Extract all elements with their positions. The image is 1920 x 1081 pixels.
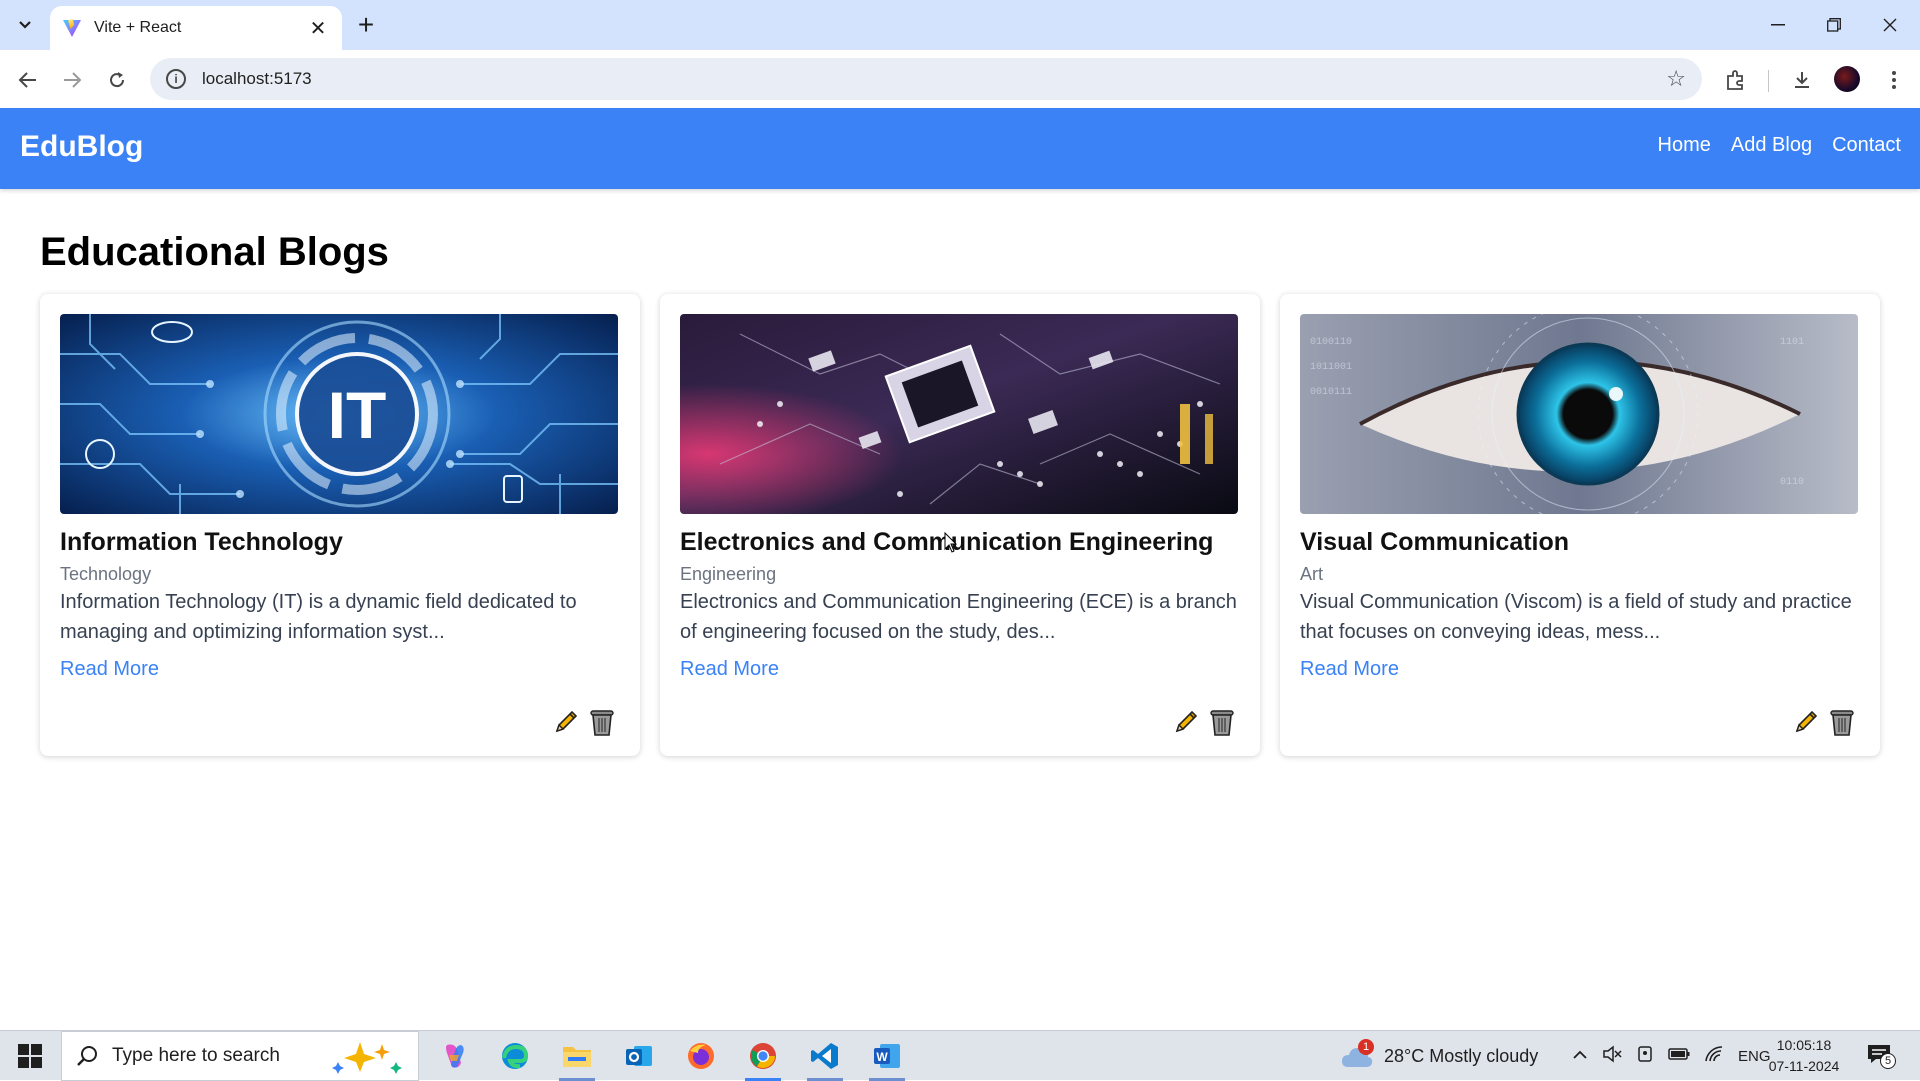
- blog-card-title: Visual Communication: [1300, 528, 1570, 556]
- blog-card: IT Information Technology Technology Inf…: [40, 294, 640, 756]
- chevron-up-icon[interactable]: [1572, 1047, 1588, 1065]
- copilot-app-icon[interactable]: [428, 1035, 480, 1077]
- outlook-app-icon[interactable]: [613, 1035, 665, 1077]
- blog-card-image: [680, 314, 1238, 514]
- windows-taskbar: Type here to search W 1 28°C Mostly clou…: [0, 1030, 1920, 1081]
- browser-toolbar: i localhost:5173 ☆: [0, 50, 1920, 108]
- windows-start-icon[interactable]: [8, 1041, 52, 1071]
- nav-home-link[interactable]: Home: [1658, 134, 1711, 157]
- taskbar-search-placeholder[interactable]: Type here to search: [112, 1045, 326, 1067]
- blog-card-category: Art: [1300, 564, 1324, 584]
- vite-favicon-icon: [63, 19, 81, 37]
- language-indicator[interactable]: ENG: [1738, 1048, 1771, 1065]
- svg-text:1011001: 1011001: [1310, 362, 1352, 373]
- tab-search-chevron-icon[interactable]: [10, 12, 40, 38]
- taskbar-search-box[interactable]: Type here to search: [61, 1031, 419, 1081]
- taskbar-clock[interactable]: 10:05:18 07-11-2024: [1768, 1035, 1840, 1077]
- browser-tabstrip: Vite + React ✕ +: [0, 0, 1920, 50]
- delete-trash-icon[interactable]: [1828, 707, 1856, 737]
- clock-time: 10:05:18: [1776, 1037, 1832, 1053]
- search-sparkle-icon: [332, 1042, 402, 1074]
- notification-count-badge: 5: [1880, 1053, 1896, 1069]
- profile-avatar[interactable]: [1834, 66, 1860, 92]
- blog-card-image: IT: [60, 314, 618, 514]
- blog-card-excerpt: Information Technology (IT) is a dynamic…: [60, 591, 577, 643]
- nav-contact-link[interactable]: Contact: [1832, 134, 1901, 157]
- search-icon: [77, 1046, 97, 1066]
- blog-card-grid: IT Information Technology Technology Inf…: [40, 294, 1880, 756]
- address-bar[interactable]: i localhost:5173 ☆: [150, 58, 1702, 100]
- blog-card-excerpt: Visual Communication (Viscom) is a field…: [1300, 591, 1852, 643]
- chrome-app-icon[interactable]: [737, 1035, 789, 1081]
- tab-title: Vite + React: [94, 19, 182, 36]
- url-text[interactable]: localhost:5173: [202, 69, 1666, 89]
- bookmark-star-icon[interactable]: ☆: [1666, 66, 1686, 92]
- back-arrow-icon[interactable]: [12, 64, 44, 96]
- word-app-icon[interactable]: W: [861, 1035, 913, 1081]
- edit-pencil-icon[interactable]: [552, 708, 580, 736]
- svg-text:0100110: 0100110: [1310, 337, 1352, 348]
- download-icon[interactable]: [1786, 64, 1818, 96]
- read-more-link[interactable]: Read More: [60, 658, 159, 681]
- restore-icon[interactable]: [1814, 10, 1854, 40]
- new-tab-plus-icon[interactable]: +: [352, 11, 380, 40]
- wifi-icon[interactable]: [1704, 1045, 1724, 1067]
- speaker-muted-icon[interactable]: [1602, 1044, 1622, 1068]
- nav-links: Home Add Blog Contact: [1658, 134, 1901, 157]
- blog-card: 0100110 1011001 0010111 1101 0110 Visual Co…: [1280, 294, 1880, 756]
- blog-card: Electronics and Communication Engineerin…: [660, 294, 1260, 756]
- svg-text:0110: 0110: [1780, 477, 1804, 488]
- blog-card-title: Information Technology: [60, 528, 343, 556]
- system-tray: ENG: [1572, 1031, 1771, 1081]
- file-explorer-app-icon[interactable]: [551, 1035, 603, 1081]
- edit-pencil-icon[interactable]: [1792, 708, 1820, 736]
- page-title: Educational Blogs: [40, 230, 389, 274]
- blog-card-category: Engineering: [680, 564, 777, 584]
- forward-arrow-icon[interactable]: [56, 64, 88, 96]
- edge-app-icon[interactable]: [489, 1035, 541, 1077]
- brand-logo[interactable]: EduBlog: [20, 130, 143, 164]
- mouse-cursor-icon: [944, 532, 958, 553]
- weather-widget[interactable]: 1 28°C Mostly cloudy: [1340, 1031, 1538, 1081]
- extensions-puzzle-icon[interactable]: [1720, 64, 1752, 96]
- browser-tab[interactable]: Vite + React ✕: [50, 6, 342, 50]
- svg-text:1101: 1101: [1780, 337, 1804, 348]
- weather-alert-badge: 1: [1358, 1039, 1374, 1055]
- svg-text:W: W: [876, 1050, 888, 1064]
- vscode-app-icon[interactable]: [799, 1035, 851, 1081]
- read-more-link[interactable]: Read More: [680, 658, 779, 681]
- battery-icon[interactable]: [1668, 1047, 1690, 1065]
- meet-now-icon[interactable]: [1636, 1045, 1654, 1068]
- blog-card-category: Technology: [60, 564, 152, 584]
- blog-card-image: 0100110 1011001 0010111 1101 0110: [1300, 314, 1858, 514]
- delete-trash-icon[interactable]: [1208, 707, 1236, 737]
- close-window-icon[interactable]: [1870, 10, 1910, 40]
- clock-date: 07-11-2024: [1768, 1058, 1840, 1074]
- site-info-icon[interactable]: i: [166, 69, 186, 89]
- read-more-link[interactable]: Read More: [1300, 658, 1399, 681]
- tab-close-icon[interactable]: ✕: [306, 16, 330, 40]
- reload-icon[interactable]: [101, 64, 133, 96]
- delete-trash-icon[interactable]: [588, 707, 616, 737]
- nav-add-blog-link[interactable]: Add Blog: [1731, 134, 1812, 157]
- notification-center-icon[interactable]: 5: [1866, 1043, 1902, 1071]
- it-image-label: IT: [328, 378, 387, 452]
- blog-card-excerpt: Electronics and Communication Engineerin…: [680, 591, 1237, 643]
- weather-text: 28°C Mostly cloudy: [1384, 1045, 1539, 1066]
- menu-kebab-icon[interactable]: [1878, 64, 1910, 96]
- svg-text:0010111: 0010111: [1310, 387, 1352, 398]
- toolbar-divider: [1768, 70, 1769, 92]
- app-navbar: EduBlog Home Add Blog Contact: [0, 108, 1920, 189]
- cloud-weather-icon: 1: [1340, 1039, 1374, 1071]
- firefox-app-icon[interactable]: [675, 1035, 727, 1077]
- minimize-icon[interactable]: [1758, 10, 1798, 40]
- edit-pencil-icon[interactable]: [1172, 708, 1200, 736]
